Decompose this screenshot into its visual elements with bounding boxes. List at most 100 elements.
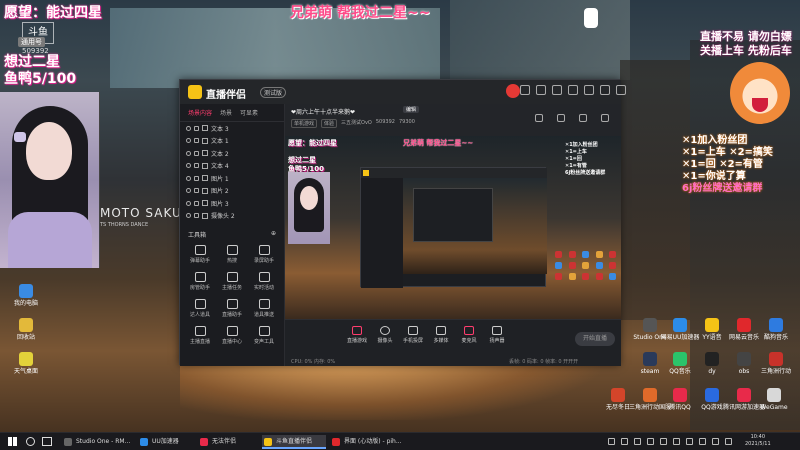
system-clock[interactable]: 10:40 2021/5/11 (745, 434, 771, 448)
tray-icon[interactable] (686, 438, 693, 445)
tray-icon[interactable] (660, 438, 667, 445)
live-companion-window[interactable]: 直播伴侣 测试版 场景内容 场景 可显素 文本 3 文本 1 文本 2 文本 4… (179, 79, 626, 366)
tray-icon[interactable] (634, 438, 641, 445)
minimize-icon[interactable] (584, 85, 594, 95)
text-icon (202, 162, 208, 169)
message-icon[interactable] (536, 85, 546, 95)
windows-start-icon[interactable] (8, 437, 17, 446)
tool-button[interactable]: 道具推送 (248, 299, 280, 318)
tray-icon[interactable] (673, 438, 680, 445)
tool-button[interactable]: 实时活动 (248, 272, 280, 291)
tool-button[interactable]: 达人道具 (184, 299, 216, 318)
taskbar-app-companion[interactable]: 无法伴侣 (198, 435, 260, 449)
scene-item[interactable]: 摄像头 2 (180, 210, 284, 223)
start-live-button[interactable]: 开始直播 (575, 332, 615, 346)
scene-item[interactable]: 图片 1 (180, 172, 284, 185)
clock-time: 10:40 (750, 434, 766, 440)
desktop-icon-my-computer[interactable]: 我的电脑 (0, 284, 52, 307)
tag[interactable]: 体验 (321, 119, 338, 128)
lock-icon[interactable] (194, 150, 199, 156)
tool-button[interactable]: 主播任务 (216, 272, 248, 291)
desktop-icon-recycle-bin[interactable]: 回收站 (0, 318, 52, 341)
category-tag[interactable]: 单机游戏 (291, 119, 318, 128)
eye-icon[interactable] (186, 200, 191, 206)
tab-scene-content[interactable]: 场景内容 (188, 108, 212, 117)
ime-icon[interactable] (725, 438, 732, 445)
taskbar-app-studio-one[interactable]: Studio One - RM... (62, 435, 138, 449)
image-icon (202, 187, 208, 194)
close-icon[interactable] (616, 85, 626, 95)
network-icon[interactable] (699, 438, 706, 445)
share-icon[interactable] (557, 114, 565, 122)
desktop-icon-delta-force[interactable]: 三角洲行动 (750, 352, 800, 375)
tool-button[interactable]: 直播中心 (216, 326, 248, 345)
tray-icon[interactable] (608, 438, 615, 445)
control-bar: 直播游戏 摄像头 手机投屏 多媒体 麦克风 扬声器 开始直播 CPU: 0% 内… (285, 319, 621, 366)
taskbar-app-game[interactable]: 界面 (心动版) - pih... (330, 435, 410, 449)
tool-button[interactable]: 房管助手 (184, 272, 216, 291)
eye-icon[interactable] (186, 150, 191, 156)
tray-icon[interactable] (621, 438, 628, 445)
eye-icon[interactable] (186, 175, 191, 181)
scene-item[interactable]: 文本 2 (180, 147, 284, 160)
tool-icon (258, 272, 270, 282)
desktop-icon-kugou[interactable]: 酷狗音乐 (750, 318, 800, 341)
lock-icon[interactable] (194, 175, 199, 181)
stream-title[interactable]: ❤周六上午十点半来鹅❤ (291, 107, 355, 116)
reward-item: ✕1=回 ✕2=有管 (682, 159, 763, 170)
lock-icon[interactable] (194, 163, 199, 169)
user-avatar[interactable] (506, 84, 520, 98)
microphone-button[interactable]: 麦克风 (455, 326, 483, 344)
tool-button[interactable]: 热搜 (216, 245, 248, 264)
desktop-icon-weather[interactable]: 天气桌面 (0, 352, 52, 375)
tool-button[interactable]: 弹幕助手 (184, 245, 216, 264)
scene-item[interactable]: 文本 4 (180, 160, 284, 173)
scene-item[interactable]: 图片 2 (180, 185, 284, 198)
taskbar-app-douyu-companion[interactable]: 斗鱼直播伴侣 (262, 435, 326, 449)
eye-icon[interactable] (186, 125, 191, 131)
eye-icon[interactable] (186, 213, 191, 219)
tab-scene[interactable]: 场景 (220, 108, 232, 117)
scene-item[interactable]: 文本 3 (180, 122, 284, 135)
settings-icon[interactable] (552, 85, 562, 95)
add-tool-icon[interactable]: ⊕ (271, 230, 276, 239)
lock-icon[interactable] (535, 114, 543, 122)
eye-icon[interactable] (186, 163, 191, 169)
tray-icon[interactable] (647, 438, 654, 445)
lock-icon[interactable] (194, 138, 199, 144)
title-bar[interactable]: 直播伴侣 测试版 (180, 80, 626, 104)
task-view-icon[interactable] (42, 437, 52, 446)
lock-icon[interactable] (194, 188, 199, 194)
scene-item[interactable]: 图片 3 (180, 197, 284, 210)
camera-button[interactable]: 摄像头 (371, 326, 399, 344)
phone-icon (408, 326, 418, 335)
phone-cast-button[interactable]: 手机投屏 (399, 326, 427, 344)
lock-icon[interactable] (194, 200, 199, 206)
goal-line-2: 鱼鸭5/100 (4, 71, 77, 87)
tool-button[interactable]: 主播直播 (184, 326, 216, 345)
skin-icon[interactable] (520, 85, 530, 95)
speaker-button[interactable]: 扬声器 (483, 326, 511, 344)
lock-icon[interactable] (194, 213, 199, 219)
lock-icon[interactable] (194, 125, 199, 131)
settings-icon[interactable] (601, 114, 609, 122)
search-icon[interactable] (26, 437, 35, 446)
tool-icon (194, 245, 206, 255)
eye-icon[interactable] (186, 138, 191, 144)
stream-preview[interactable]: 愿望：能过四星 兄弟萌 帮我过二星~~ 想过二星 鱼鸭5/100 ✕1加入粉丝团… (285, 136, 621, 319)
mobile-icon[interactable] (579, 114, 587, 122)
tool-button[interactable]: 录屏助手 (248, 245, 280, 264)
tool-button[interactable]: 变声工具 (248, 326, 280, 345)
volume-icon[interactable] (712, 438, 719, 445)
menu-icon[interactable] (568, 85, 578, 95)
taskbar-app-uu[interactable]: UU加速器 (138, 435, 196, 449)
maximize-icon[interactable] (600, 85, 610, 95)
eye-icon[interactable] (186, 188, 191, 194)
scene-item[interactable]: 文本 1 (180, 135, 284, 148)
edit-title-button[interactable]: 编辑 (403, 106, 420, 113)
live-game-button[interactable]: 直播游戏 (343, 326, 371, 344)
tab-visible[interactable]: 可显素 (240, 108, 258, 117)
desktop-icon-wegame[interactable]: WeGame (748, 388, 800, 411)
tool-button[interactable]: 直播助手 (216, 299, 248, 318)
media-button[interactable]: 多媒体 (427, 326, 455, 344)
